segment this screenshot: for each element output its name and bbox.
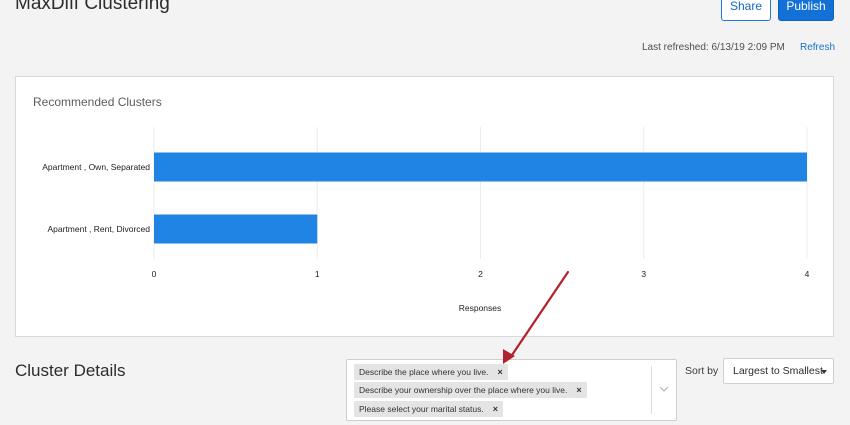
x-tick-label: 1 bbox=[315, 269, 320, 279]
filter-chip: Describe the place where you live. × bbox=[354, 364, 508, 380]
publish-button[interactable]: Publish bbox=[778, 0, 834, 21]
bar[interactable] bbox=[154, 152, 807, 182]
x-tick-label: 0 bbox=[152, 269, 157, 279]
page-title: MaxDiff Clustering bbox=[15, 0, 170, 14]
recommended-clusters-card: Recommended Clusters 0 1 2 3 4 Apartment , Ow… bbox=[15, 76, 834, 337]
sort-dropdown[interactable]: Largest to Smallest bbox=[723, 358, 834, 384]
filter-chip-label: Describe your ownership over the place w… bbox=[359, 385, 568, 395]
x-tick-label: 3 bbox=[641, 269, 646, 279]
filter-chip-label: Please select your marital status. bbox=[359, 404, 484, 414]
x-tick-label: 2 bbox=[478, 269, 483, 279]
chevron-down-icon[interactable] bbox=[659, 384, 669, 394]
filter-chip: Please select your marital status. × bbox=[354, 401, 503, 417]
refresh-link[interactable]: Refresh bbox=[800, 42, 835, 53]
y-category-label: Apartment , Own, Separated bbox=[42, 162, 150, 172]
filter-chip-label: Describe the place where you live. bbox=[359, 367, 489, 377]
question-filter-select[interactable]: Describe the place where you live. × Des… bbox=[346, 359, 677, 421]
sort-dropdown-value: Largest to Smallest bbox=[733, 365, 823, 377]
y-category-label: Apartment , Rent, Divorced bbox=[47, 224, 150, 234]
bar[interactable] bbox=[154, 214, 318, 244]
refresh-row: Last refreshed: 6/13/19 2:09 PM Refresh bbox=[0, 42, 850, 56]
last-refreshed-text: Last refreshed: 6/13/19 2:09 PM bbox=[642, 42, 785, 53]
filter-divider bbox=[651, 366, 652, 414]
caret-down-icon bbox=[821, 370, 827, 374]
x-axis-title: Responses bbox=[459, 303, 502, 313]
x-tick-label: 4 bbox=[805, 269, 810, 279]
cluster-details-title: Cluster Details bbox=[15, 361, 126, 380]
remove-chip-icon[interactable]: × bbox=[493, 404, 498, 414]
sort-by-label: Sort by bbox=[685, 365, 719, 377]
filter-chip: Describe your ownership over the place w… bbox=[354, 382, 587, 398]
remove-chip-icon[interactable]: × bbox=[497, 367, 502, 377]
remove-chip-icon[interactable]: × bbox=[576, 385, 581, 395]
share-button[interactable]: Share bbox=[721, 0, 771, 21]
cluster-bar-chart: 0 1 2 3 4 Apartment , Own, Separated Apartment… bbox=[42, 127, 810, 313]
